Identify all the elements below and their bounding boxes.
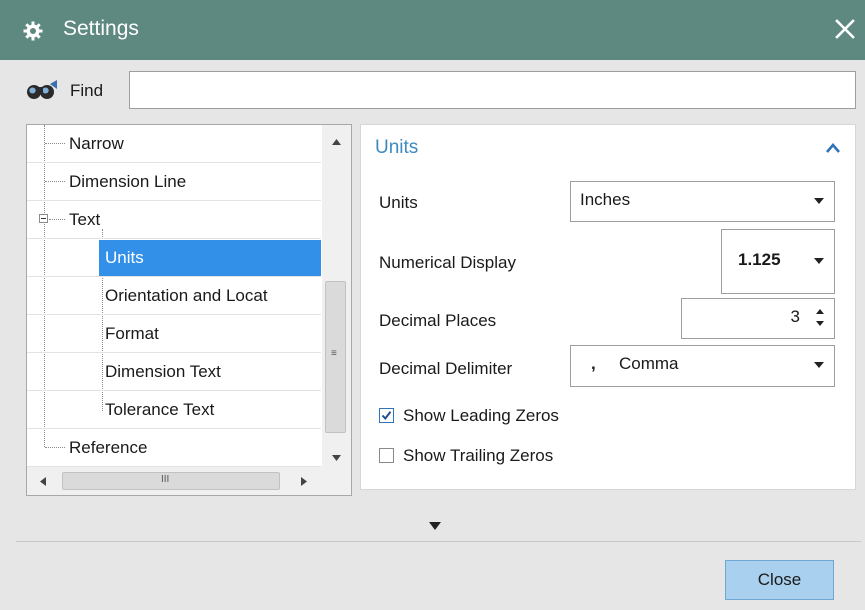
section-title: Units bbox=[375, 137, 419, 158]
scroll-up-arrow-icon[interactable] bbox=[332, 139, 341, 145]
tree-item-text[interactable]: Text bbox=[27, 201, 321, 239]
chevron-down-icon bbox=[814, 258, 824, 264]
scroll-grip: ≡ bbox=[331, 348, 337, 359]
tree-item-label: Orientation and Locat bbox=[105, 286, 268, 305]
tree-item-label: Units bbox=[105, 248, 144, 267]
tree-item-label: Tolerance Text bbox=[105, 400, 215, 419]
vertical-scroll-thumb[interactable]: ≡ bbox=[325, 281, 346, 433]
gear-icon bbox=[23, 21, 43, 41]
chevron-down-icon bbox=[814, 198, 824, 204]
tree-item-tolerance-text[interactable]: Tolerance Text bbox=[27, 391, 321, 429]
decimal-places-label: Decimal Places bbox=[379, 311, 497, 330]
expand-more-icon[interactable] bbox=[428, 521, 442, 531]
units-section: Units Units Inches Numerical Display 1.1… bbox=[360, 124, 856, 490]
tree-item-narrow[interactable]: Narrow bbox=[27, 125, 321, 163]
checkbox-label: Show Trailing Zeros bbox=[403, 446, 554, 465]
footer-divider bbox=[16, 541, 861, 542]
units-label: Units bbox=[379, 193, 418, 212]
decimal-delimiter-dropdown[interactable]: , Comma bbox=[570, 345, 835, 387]
tree-item-label: Format bbox=[105, 324, 159, 343]
decimal-places-spinner[interactable]: 3 bbox=[681, 298, 835, 339]
decimal-delimiter-value: Comma bbox=[619, 354, 679, 373]
horizontal-scroll-thumb[interactable]: III bbox=[62, 472, 280, 490]
numerical-display-value: 1.125 bbox=[738, 250, 781, 269]
find-label: Find bbox=[70, 81, 104, 100]
decimal-places-value: 3 bbox=[790, 307, 800, 326]
scroll-down-arrow-icon[interactable] bbox=[332, 455, 341, 461]
window-title: Settings bbox=[63, 17, 139, 40]
scroll-left-arrow-icon[interactable] bbox=[40, 477, 46, 486]
find-input[interactable] bbox=[129, 71, 856, 109]
spin-up-icon[interactable] bbox=[816, 309, 824, 314]
tree-item-orientation-and-location[interactable]: Orientation and Locat bbox=[27, 277, 321, 315]
settings-tree: Narrow Dimension Line Text Units Orienta… bbox=[26, 124, 352, 496]
checkmark-icon bbox=[381, 411, 392, 421]
tree-item-label: Dimension Line bbox=[69, 172, 187, 191]
close-icon[interactable] bbox=[835, 19, 855, 39]
numerical-display-dropdown[interactable]: 1.125 bbox=[721, 229, 835, 294]
binoculars-icon bbox=[27, 80, 57, 99]
units-dropdown[interactable]: Inches bbox=[570, 181, 835, 222]
decimal-delimiter-label: Decimal Delimiter bbox=[379, 359, 513, 378]
scroll-grip: III bbox=[161, 474, 170, 485]
units-panel: Units Units Inches Numerical Display 1.1… bbox=[360, 124, 856, 496]
title-bar: Settings bbox=[0, 0, 865, 60]
spin-down-icon[interactable] bbox=[816, 321, 824, 326]
numerical-display-label: Numerical Display bbox=[379, 253, 516, 272]
units-value: Inches bbox=[580, 190, 631, 209]
tree-item-reference[interactable]: Reference bbox=[27, 429, 321, 467]
tree-item-dimension-line[interactable]: Dimension Line bbox=[27, 163, 321, 201]
show-leading-zeros-checkbox[interactable] bbox=[379, 408, 394, 423]
checkbox-label: Show Leading Zeros bbox=[403, 406, 559, 425]
delimiter-symbol: , bbox=[591, 354, 596, 373]
tree-vertical-scrollbar[interactable]: ≡ bbox=[322, 125, 351, 467]
collapse-toggle-icon[interactable] bbox=[39, 214, 48, 223]
close-button[interactable]: Close bbox=[725, 560, 834, 600]
tree-item-format[interactable]: Format bbox=[27, 315, 321, 353]
scroll-right-arrow-icon[interactable] bbox=[301, 477, 307, 486]
tree-item-label: Narrow bbox=[69, 134, 124, 153]
tree-item-label: Dimension Text bbox=[105, 362, 221, 381]
tree-item-label: Reference bbox=[69, 438, 148, 457]
chevron-up-icon[interactable] bbox=[825, 142, 841, 154]
tree-rows: Narrow Dimension Line Text Units Orienta… bbox=[27, 125, 321, 467]
tree-item-label: Text bbox=[69, 210, 101, 229]
show-trailing-zeros-checkbox[interactable] bbox=[379, 448, 394, 463]
tree-horizontal-scrollbar[interactable]: III bbox=[27, 467, 351, 495]
tree-item-dimension-text[interactable]: Dimension Text bbox=[27, 353, 321, 391]
chevron-down-icon bbox=[814, 362, 824, 368]
tree-item-units[interactable]: Units bbox=[27, 239, 321, 277]
